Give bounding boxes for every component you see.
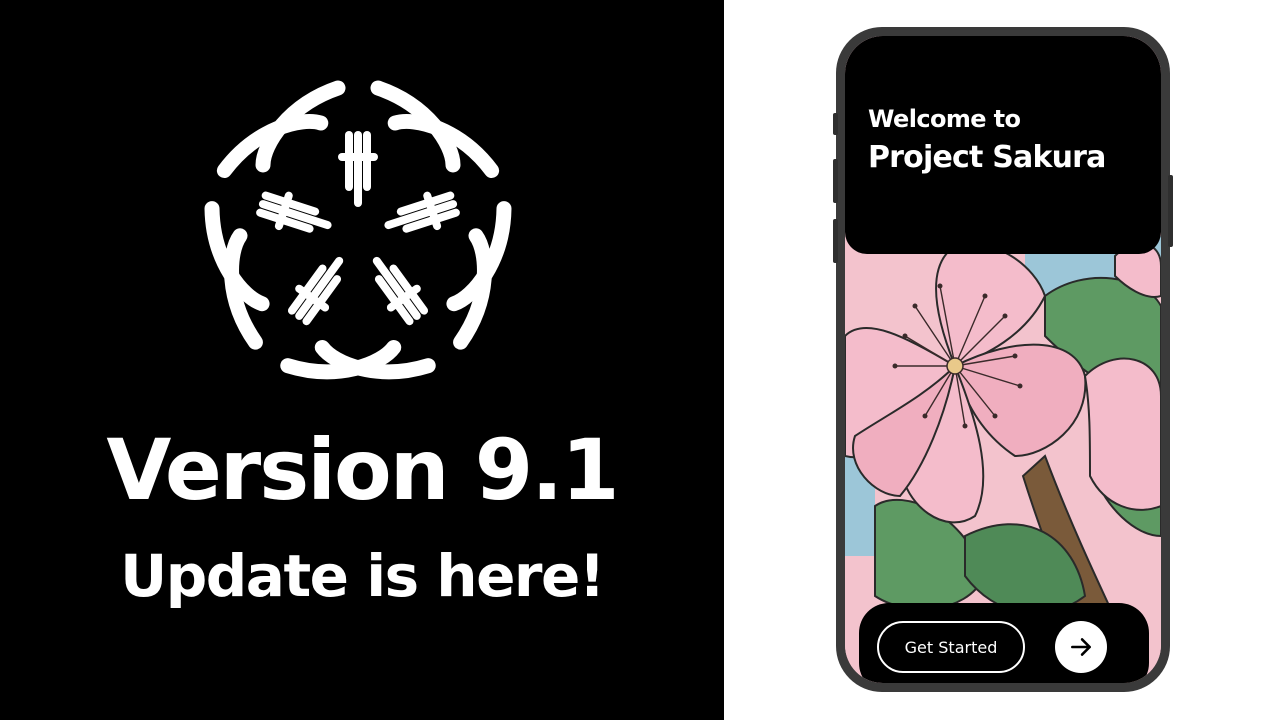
phone-power-button (1168, 175, 1173, 247)
phone-screen: Welcome to Project Sakura Get Started (845, 36, 1161, 683)
welcome-text: Welcome to (868, 105, 1021, 133)
app-name: Project Sakura (868, 140, 1106, 175)
update-subheadline: Update is here! (120, 542, 605, 610)
get-started-button[interactable]: Get Started (877, 621, 1025, 673)
phone-volume-up-button (833, 159, 838, 203)
next-button[interactable] (1055, 621, 1107, 673)
version-headline: Version 9.1 (106, 421, 619, 519)
welcome-header-card: Welcome to Project Sakura (845, 36, 1161, 254)
cherry-blossom-icon (178, 70, 538, 400)
arrow-right-icon (1068, 634, 1094, 660)
phone-side-button (833, 113, 838, 135)
phone-mockup: Welcome to Project Sakura Get Started (833, 27, 1173, 692)
phone-volume-down-button (833, 219, 838, 263)
promo-panel: Version 9.1 Update is here! (0, 0, 724, 720)
